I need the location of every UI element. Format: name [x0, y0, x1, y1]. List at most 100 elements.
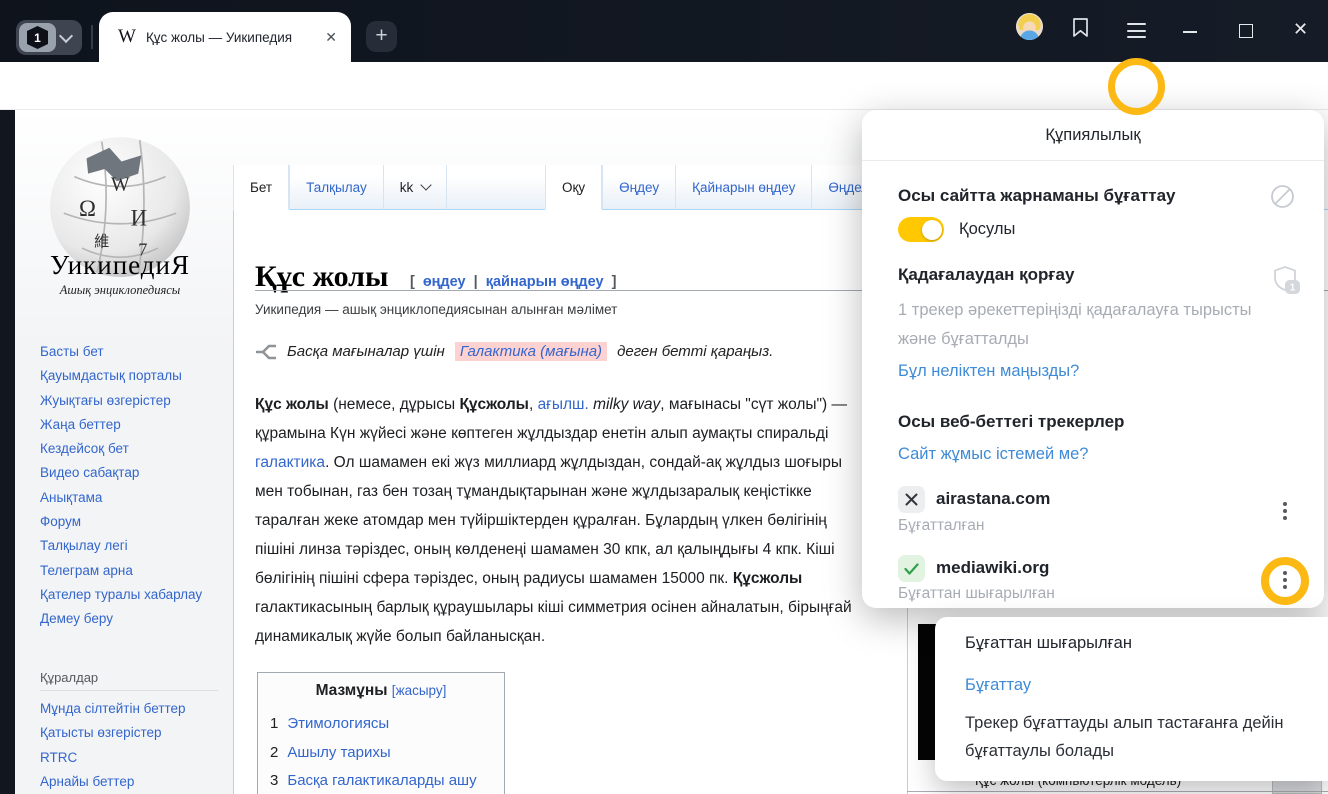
tracking-badge-count: 1 [1290, 283, 1296, 294]
toc-item: 1 Этимологиясы [270, 710, 492, 739]
hatnote-prefix: Басқа мағыналар үшін [287, 343, 445, 360]
sidebar-link[interactable]: Қателер туралы хабарлау [40, 587, 220, 603]
tabs-spacer [446, 165, 554, 210]
browser-tab[interactable]: W Құс жолы — Уикипедия ✕ [99, 12, 351, 62]
menu-current-state: Бұғаттан шығарылған [965, 634, 1132, 653]
avatar-image [1016, 13, 1043, 40]
tracker-dropdown-menu: Бұғаттан шығарылған Бұғаттау Трекер бұға… [935, 617, 1328, 781]
tracking-summary: 1 трекер әрекеттеріңізді қадағалауға тыр… [898, 296, 1290, 353]
view-tab[interactable]: Оқу [545, 165, 602, 210]
article-view-tabs: ОқуӨңдеуҚайнарын өңдеуӨңделу [545, 165, 892, 210]
edit-source-link[interactable]: қайнарын өңдеу [486, 274, 604, 290]
sidebar-tools-heading: Құралдар [40, 670, 218, 691]
circle-slash-icon[interactable] [1270, 184, 1295, 214]
sidebar-link[interactable]: Талқылау легі [40, 538, 220, 554]
sidebar-link[interactable]: Форум [40, 514, 220, 530]
chevron-down-icon [59, 29, 73, 43]
window-edge [0, 110, 15, 794]
tracker-domain: airastana.com [936, 489, 1050, 509]
tracker-status: Бұғатталған [898, 517, 984, 535]
tab-talk[interactable]: Талқылау [289, 165, 383, 210]
edit-link[interactable]: өңдеу [423, 274, 466, 290]
tracker-allowed-icon [898, 555, 925, 582]
new-tab-button[interactable]: + [366, 21, 397, 52]
toc-item: 3 Басқа галактикаларды ашу [270, 767, 492, 794]
tracking-heading: Қадағалаудан қорғау [898, 265, 1074, 285]
sidebar-tool-link[interactable]: Мұнда сілтейтін беттер [40, 701, 220, 717]
sidebar-link[interactable]: Кездейсоқ бет [40, 441, 220, 457]
table-of-contents: Мазмұны [жасыру] 1 Этимологиясы 2 Ашылу … [257, 672, 505, 794]
tab-page[interactable]: Бет [233, 165, 289, 210]
sidebar-link[interactable]: Басты бет [40, 344, 220, 360]
svg-text:W: W [111, 173, 130, 195]
sidebar-link[interactable]: Жуықтағы өзгерістер [40, 393, 220, 409]
browser-menu-icon[interactable] [1127, 23, 1146, 43]
wikipedia-favicon: W [118, 26, 136, 48]
language-code: kk [400, 180, 414, 195]
tracker-menu-icon[interactable] [1283, 502, 1287, 506]
hatnote-link[interactable]: Галактика (мағына) [455, 342, 607, 361]
wikipedia-tagline-logo: Ашық энциклопедиясы [15, 283, 225, 298]
window-close-button[interactable]: ✕ [1293, 19, 1308, 40]
sidebar-link[interactable]: Қауымдастық порталы [40, 368, 220, 384]
menu-note: Трекер бұғаттауды алып тастағанға дейін … [965, 709, 1295, 765]
site-tagline: Уикипедия — ашық энциклопедиясынан алынғ… [255, 302, 617, 317]
tab-title: Құс жолы — Уикипедия [146, 30, 315, 45]
toc-link[interactable]: Ашылу тарихы [287, 739, 390, 768]
profile-avatar[interactable] [1016, 13, 1043, 40]
wikipedia-wordmark: УикипедиЯ [15, 250, 225, 281]
why-important-link[interactable]: Бұл неліктен маңызды? [898, 362, 1079, 381]
tracker-domain: mediawiki.org [936, 558, 1049, 578]
sidebar-link[interactable]: Демеу беру [40, 611, 220, 627]
toc-title: Мазмұны [жасыру] [270, 682, 492, 700]
sidebar-navigation: Басты бет Қауымдастық порталы Жуықтағы өзг… [40, 344, 220, 636]
svg-text:И: И [131, 205, 147, 230]
tab-close-icon[interactable]: ✕ [325, 29, 337, 46]
article-link[interactable]: галактика [255, 454, 325, 471]
tab-bar: 1 W Құс жолы — Уикипедия ✕ + ✕ [0, 0, 1328, 62]
sidebar-tool-link[interactable]: RTRC [40, 750, 220, 766]
tab-counter-button[interactable]: 1 [16, 20, 82, 55]
tabbar-divider [91, 25, 93, 49]
menu-block-action[interactable]: Бұғаттау [965, 676, 1031, 695]
window-minimize-button[interactable] [1183, 31, 1197, 33]
toc-link[interactable]: Басқа галактикаларды ашу [287, 767, 476, 794]
trackers-heading: Осы веб-беттегі трекерлер [898, 412, 1124, 432]
tab-counter-chip: 1 [19, 23, 56, 52]
article-title-text: Құс жолы [255, 260, 388, 293]
sidebar-link[interactable]: Видео сабақтар [40, 465, 220, 481]
disambiguation-fork-icon [255, 344, 277, 360]
toc-item: 2 Ашылу тарихы [270, 739, 492, 768]
ad-block-state-label: Қосулы [959, 220, 1015, 239]
sidebar-tools: Мұнда сілтейтін беттер Қатысты өзгерістер… [40, 701, 220, 794]
article-heading: Құс жолы [ өңдеу | қайнарын өңдеу ] [255, 260, 616, 294]
privacy-panel-title: Құпиялылық [862, 110, 1324, 161]
view-tab[interactable]: Қайнарын өңдеу [675, 165, 811, 210]
article-link[interactable]: ағылш. [538, 396, 589, 413]
sidebar-link[interactable]: Жаңа беттер [40, 417, 220, 433]
view-tab[interactable]: Өңдеу [602, 165, 675, 210]
figure-border [907, 608, 908, 794]
svg-text:維: 維 [94, 234, 109, 251]
sidebar-tool-link[interactable]: Арнайы беттер [40, 774, 220, 790]
window-maximize-button[interactable] [1239, 24, 1253, 38]
sidebar-tool-link[interactable]: Қатысты өзгерістер [40, 725, 220, 741]
sidebar-link[interactable]: Анықтама [40, 490, 220, 506]
site-not-working-link[interactable]: Сайт жұмыс істемей ме? [898, 445, 1088, 464]
toc-hide-link[interactable]: [жасыру] [392, 683, 447, 698]
tracker-status: Бұғаттан шығарылған [898, 585, 1055, 603]
hatnote: Басқа мағыналар үшін Галактика (мағына) … [255, 342, 773, 361]
tracker-menu-icon[interactable] [1283, 571, 1287, 575]
toc-link[interactable]: Этимологиясы [287, 710, 389, 739]
ad-block-toggle[interactable] [898, 217, 944, 242]
figure-bottom-border [907, 791, 1328, 792]
hatnote-suffix: деген бетті қараңыз. [617, 343, 773, 360]
browser-window: 1 W Құс жолы — Уикипедия ✕ + ✕ [0, 0, 1328, 794]
ad-block-heading: Осы сайтта жарнаманы бұғаттау [898, 186, 1176, 206]
sidebar-link[interactable]: Телеграм арна [40, 563, 220, 579]
bookmarks-panel-icon[interactable] [1070, 16, 1091, 44]
chevron-down-icon [421, 179, 432, 190]
navigation-toolbar: Я kk.wikipedia.org Құс жолы — Уикипедия … [0, 62, 1328, 110]
toggle-knob [922, 220, 942, 240]
tab-language[interactable]: kk [383, 165, 447, 210]
